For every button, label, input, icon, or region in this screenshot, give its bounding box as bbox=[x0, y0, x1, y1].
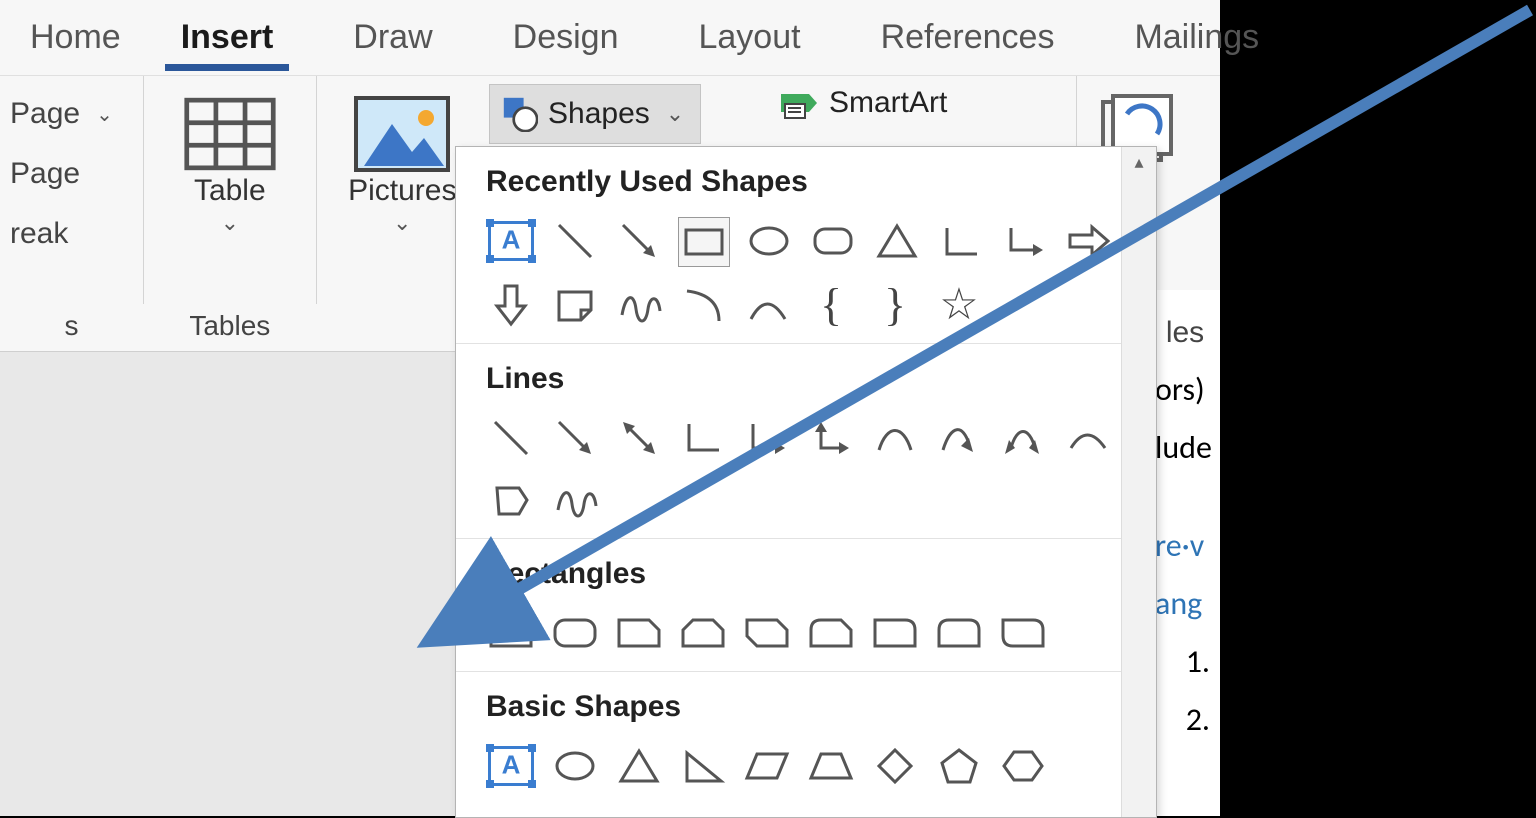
shape-snip-diagonal[interactable] bbox=[742, 609, 792, 657]
shape-hexagon[interactable] bbox=[998, 742, 1048, 790]
chevron-down-icon: ⌄ bbox=[96, 102, 113, 127]
shape-snip-single[interactable] bbox=[614, 609, 664, 657]
section-title-lines: Lines bbox=[486, 362, 1126, 396]
smartart-label: SmartArt bbox=[829, 86, 947, 120]
shape-round-same-side[interactable] bbox=[934, 609, 984, 657]
shape-elbow-arrow[interactable] bbox=[1000, 217, 1050, 265]
shape-triangle[interactable] bbox=[872, 217, 922, 265]
tab-mailings[interactable]: Mailings bbox=[1084, 0, 1289, 75]
tab-layout[interactable]: Layout bbox=[648, 0, 830, 75]
shape-parallelogram[interactable] bbox=[742, 742, 792, 790]
shape-l-shape[interactable] bbox=[936, 217, 986, 265]
pages-group-label: s bbox=[0, 310, 143, 350]
shape-line-double-arrow[interactable] bbox=[614, 414, 664, 462]
section-recently-used: Recently Used Shapes A bbox=[456, 147, 1156, 344]
shape-diamond[interactable] bbox=[870, 742, 920, 790]
pictures-label: Pictures bbox=[348, 174, 456, 208]
shape-arrow-line[interactable] bbox=[614, 217, 664, 265]
shape-scribble[interactable] bbox=[614, 281, 664, 329]
blank-page-button[interactable]: Page bbox=[10, 144, 133, 204]
shape-round-single[interactable] bbox=[870, 609, 920, 657]
shapes-icon bbox=[502, 96, 538, 132]
table-icon bbox=[183, 94, 277, 174]
table-label: Table bbox=[194, 174, 266, 208]
shape-elbow-double-arrow[interactable] bbox=[806, 414, 856, 462]
shape-star[interactable]: ☆ bbox=[934, 281, 984, 329]
dropdown-scrollbar[interactable]: ▴ bbox=[1121, 147, 1156, 817]
shape-triangle-2[interactable] bbox=[614, 742, 664, 790]
table-button[interactable]: Table bbox=[194, 174, 266, 208]
pages-group: Page ⌄ Page reak s bbox=[0, 76, 144, 304]
shape-right-brace[interactable]: } bbox=[870, 281, 920, 329]
shape-line-2[interactable] bbox=[486, 414, 536, 462]
smartart-icon bbox=[779, 86, 819, 120]
shape-snip-round[interactable] bbox=[806, 609, 856, 657]
shape-trapezoid[interactable] bbox=[806, 742, 856, 790]
shapes-button[interactable]: Shapes ⌄ bbox=[489, 84, 701, 144]
shape-text-box[interactable]: A bbox=[486, 217, 536, 265]
tab-draw[interactable]: Draw bbox=[303, 0, 462, 75]
shapes-label: Shapes bbox=[548, 97, 650, 131]
tables-group-label: Tables bbox=[144, 310, 315, 350]
shape-arc[interactable] bbox=[678, 281, 728, 329]
chevron-down-icon: ⌄ bbox=[221, 210, 239, 236]
shapes-dropdown[interactable]: ▴ Recently Used Shapes A bbox=[455, 146, 1157, 818]
page-break-button[interactable]: reak bbox=[10, 204, 133, 264]
page-break-label: reak bbox=[10, 217, 68, 251]
shape-oval[interactable] bbox=[744, 217, 794, 265]
section-lines: Lines bbox=[456, 344, 1156, 539]
smartart-button[interactable]: SmartArt bbox=[779, 86, 947, 120]
section-rectangles: Rectangles bbox=[456, 539, 1156, 672]
section-title-rectangles: Rectangles bbox=[486, 557, 1126, 591]
cover-page-label: Page bbox=[10, 97, 80, 131]
section-basic-shapes: Basic Shapes A bbox=[456, 672, 1156, 804]
shape-curve[interactable] bbox=[870, 414, 920, 462]
shape-round-diagonal[interactable] bbox=[998, 609, 1048, 657]
shape-freeform[interactable] bbox=[486, 476, 536, 524]
shape-arc-2[interactable] bbox=[742, 281, 792, 329]
chevron-down-icon: ⌄ bbox=[393, 210, 411, 236]
shape-pentagon[interactable] bbox=[934, 742, 984, 790]
pictures-icon bbox=[352, 94, 452, 174]
shape-line[interactable] bbox=[550, 217, 600, 265]
document-text-peek: ors) lude re·v ang 1. 2. bbox=[1150, 350, 1220, 816]
shape-folded-corner[interactable] bbox=[550, 281, 600, 329]
cover-page-button[interactable]: Page ⌄ bbox=[10, 84, 133, 144]
ribbon-group-label-peek: les bbox=[1149, 290, 1220, 350]
shape-right-arrow bbox=[1064, 217, 1114, 265]
shape-rounded-rect-2[interactable] bbox=[550, 609, 600, 657]
shape-curve-connector[interactable] bbox=[1062, 414, 1112, 462]
shape-right-triangle[interactable] bbox=[678, 742, 728, 790]
shape-elbow[interactable] bbox=[678, 414, 728, 462]
shape-text-box-2[interactable]: A bbox=[486, 742, 536, 790]
chevron-down-icon: ⌄ bbox=[666, 101, 684, 127]
tab-design[interactable]: Design bbox=[463, 0, 649, 75]
section-title-basic: Basic Shapes bbox=[486, 690, 1126, 724]
shape-rectangle[interactable] bbox=[678, 217, 730, 267]
shape-line-arrow[interactable] bbox=[550, 414, 600, 462]
shape-snip-same-side[interactable] bbox=[678, 609, 728, 657]
tab-insert[interactable]: Insert bbox=[151, 0, 304, 75]
shape-oval-2[interactable] bbox=[550, 742, 600, 790]
shape-left-brace[interactable]: { bbox=[806, 281, 856, 329]
tables-group: Table ⌄ Tables bbox=[144, 76, 316, 304]
ribbon-tabs: Home Insert Draw Design Layout Reference… bbox=[0, 0, 1220, 75]
word-window: Home Insert Draw Design Layout Reference… bbox=[0, 0, 1220, 816]
shape-rounded-rectangle[interactable] bbox=[808, 217, 858, 265]
shape-curve-arrow[interactable] bbox=[934, 414, 984, 462]
shape-elbow-arrow-2[interactable] bbox=[742, 414, 792, 462]
section-title-recent: Recently Used Shapes bbox=[486, 165, 1126, 199]
tab-home[interactable]: Home bbox=[0, 0, 151, 75]
tab-references[interactable]: References bbox=[831, 0, 1085, 75]
blank-page-label: Page bbox=[10, 157, 80, 191]
shape-rectangle-2[interactable] bbox=[486, 609, 536, 657]
scroll-up-icon[interactable]: ▴ bbox=[1122, 147, 1156, 177]
shape-curve-double-arrow[interactable] bbox=[998, 414, 1048, 462]
shape-down-arrow[interactable] bbox=[486, 281, 536, 329]
shape-scribble-2[interactable] bbox=[550, 476, 600, 524]
